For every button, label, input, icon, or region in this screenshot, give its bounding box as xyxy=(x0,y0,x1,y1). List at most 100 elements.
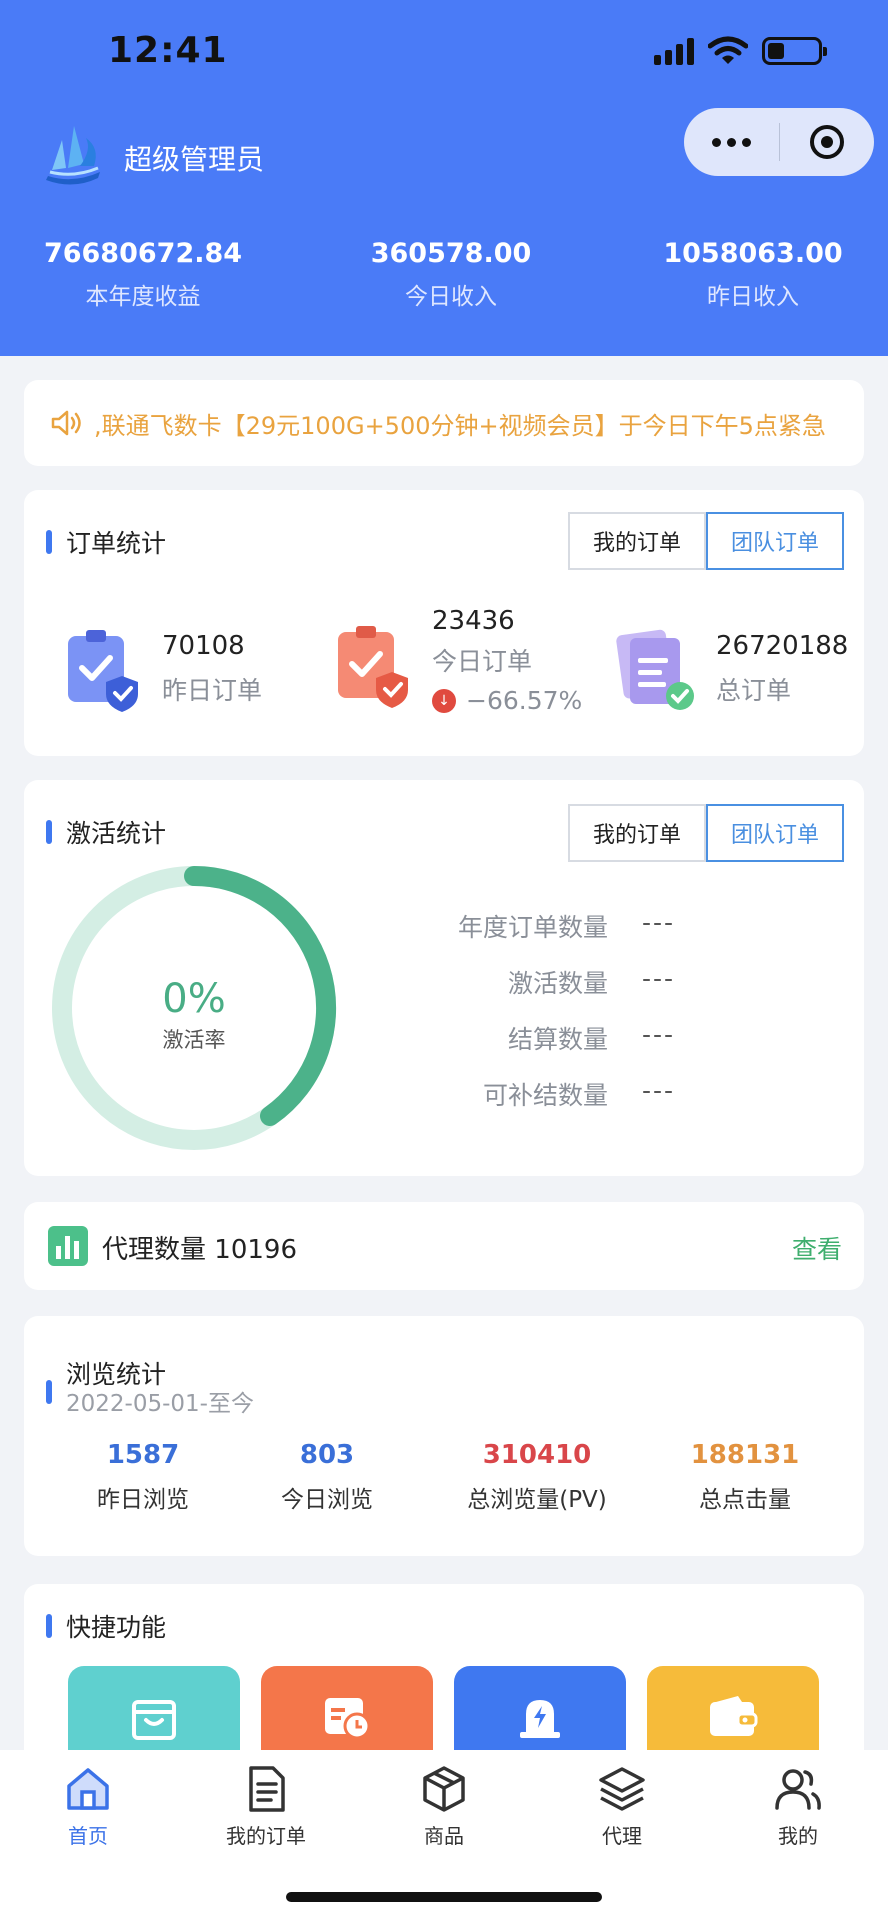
browse-value: 310410 xyxy=(482,1440,592,1470)
stat-row-value: --- xyxy=(642,1076,676,1105)
home-indicator xyxy=(286,1892,602,1902)
activation-stats-card: 激活统计 我的订单 团队订单 0% 激活率 年度订单数量 --- 激活数量 --… xyxy=(24,780,864,1176)
order-yesterday[interactable]: 70108 昨日订单 xyxy=(62,626,262,712)
order-label: 昨日订单 xyxy=(162,676,263,705)
stat-row-label: 可补结数量 xyxy=(482,1081,608,1110)
order-delta-value: −66.57% xyxy=(466,686,583,715)
section-title: 订单统计 xyxy=(46,524,166,560)
order-stats-card: 订单统计 我的订单 团队订单 70108 昨日订单 23436 今日订单 ↓ −… xyxy=(24,490,864,756)
activation-scope-toggle: 我的订单 团队订单 xyxy=(568,804,844,862)
stat-yesterday-income: 1058063.00 昨日收入 xyxy=(648,238,858,311)
more-icon[interactable] xyxy=(684,137,779,147)
stat-label: 昨日收入 xyxy=(707,284,799,310)
clipboard-check-icon xyxy=(68,630,138,712)
agent-label-text: 代理数量 xyxy=(102,1235,207,1265)
stat-row-label: 年度订单数量 xyxy=(457,913,608,942)
document-check-icon xyxy=(616,629,694,710)
status-icons xyxy=(654,36,827,66)
logo-icon xyxy=(46,126,100,185)
order-value: 70108 xyxy=(162,631,245,661)
order-label: 总订单 xyxy=(716,676,792,705)
order-scope-toggle: 我的订单 团队订单 xyxy=(568,512,844,570)
order-total[interactable]: 26720188 总订单 xyxy=(616,626,848,712)
order-delta: ↓ −66.57% xyxy=(432,686,582,715)
speaker-icon xyxy=(51,410,81,436)
browse-value: 188131 xyxy=(690,1440,800,1470)
browse-label: 总浏览量(PV) xyxy=(467,1487,607,1513)
section-title: 激活统计 xyxy=(46,814,166,850)
stat-year-income: 76680672.84 本年度收益 xyxy=(38,238,248,311)
section-title: 快捷功能 xyxy=(46,1608,166,1644)
stat-row-label: 结算数量 xyxy=(507,1025,608,1054)
notice-bar[interactable]: ,联通飞数卡【29元100G+500分钟+视频会员】于今日下午5点紧急 xyxy=(24,380,864,466)
tab-agents[interactable]: 代理 xyxy=(552,1764,692,1849)
order-stats-title: 订单统计 xyxy=(66,529,167,558)
box-icon xyxy=(423,1766,465,1812)
browse-item: 310410 总浏览量(PV) xyxy=(432,1440,642,1514)
stat-label: 今日收入 xyxy=(405,284,497,310)
wifi-icon xyxy=(708,36,748,64)
stat-today-income: 360578.00 今日收入 xyxy=(346,238,556,311)
order-today[interactable]: 23436 今日订单 ↓ −66.57% xyxy=(332,606,582,715)
bar-chart-icon xyxy=(48,1226,88,1266)
close-target-icon[interactable] xyxy=(780,125,875,159)
browse-item: 1587 昨日浏览 xyxy=(38,1440,248,1514)
tab-label: 代理 xyxy=(602,1824,642,1848)
calendar-clock-icon xyxy=(325,1698,371,1740)
tab-label: 首页 xyxy=(68,1824,108,1848)
stat-value: 1058063.00 xyxy=(663,238,843,269)
tab-team-orders[interactable]: 团队订单 xyxy=(706,512,844,570)
wallet-icon xyxy=(710,1696,758,1736)
miniapp-capsule xyxy=(684,108,874,176)
admin-name: 超级管理员 xyxy=(124,143,265,176)
stat-value: 360578.00 xyxy=(370,238,532,269)
tab-home[interactable]: 首页 xyxy=(18,1764,158,1849)
status-time: 12:41 xyxy=(108,30,228,71)
tab-products[interactable]: 商品 xyxy=(374,1764,514,1849)
tab-my-orders[interactable]: 我的订单 xyxy=(568,512,706,570)
home-icon xyxy=(67,1768,109,1810)
clipboard-check-icon xyxy=(338,625,408,708)
quick-title: 快捷功能 xyxy=(66,1613,167,1642)
tab-my-orders[interactable]: 我的订单 xyxy=(196,1764,336,1849)
stat-row: 年度订单数量 --- xyxy=(314,908,834,944)
order-value: 26720188 xyxy=(716,631,849,661)
document-icon xyxy=(249,1766,285,1812)
browse-label: 今日浏览 xyxy=(281,1487,373,1513)
browse-label: 总点击量 xyxy=(699,1487,791,1513)
date-range: 2022-05-01-至今 xyxy=(66,1391,254,1417)
tab-label: 我的 xyxy=(778,1824,818,1848)
tab-team-orders[interactable]: 团队订单 xyxy=(706,804,844,862)
stat-row: 激活数量 --- xyxy=(314,964,834,1000)
browse-label: 昨日浏览 xyxy=(97,1487,189,1513)
arrow-down-icon: ↓ xyxy=(432,688,456,713)
stat-row-value: --- xyxy=(642,908,676,937)
stat-row-value: --- xyxy=(642,964,676,993)
browse-value: 803 xyxy=(299,1440,355,1470)
signal-icon xyxy=(654,37,694,65)
browse-value: 1587 xyxy=(106,1440,180,1470)
battery-icon xyxy=(762,37,827,65)
view-agents-link[interactable]: 查看 xyxy=(792,1230,842,1266)
tab-my-orders[interactable]: 我的订单 xyxy=(568,804,706,862)
agent-count-card: 代理数量 10196 查看 xyxy=(24,1202,864,1290)
layers-icon xyxy=(599,1767,645,1811)
tab-label: 我的订单 xyxy=(226,1824,306,1848)
tab-label: 商品 xyxy=(424,1824,464,1848)
browse-stats-card: 浏览统计 2022-05-01-至今 1587 昨日浏览 803 今日浏览 31… xyxy=(24,1316,864,1556)
shopping-bag-icon xyxy=(132,1700,176,1740)
tab-mine[interactable]: 我的 xyxy=(728,1764,868,1849)
stat-row-value: --- xyxy=(642,1020,676,1049)
stat-row: 结算数量 --- xyxy=(314,1020,834,1056)
stat-label: 本年度收益 xyxy=(85,284,201,310)
stat-row-label: 激活数量 xyxy=(507,969,608,998)
browse-item: 188131 总点击量 xyxy=(640,1440,850,1514)
order-value: 23436 xyxy=(432,606,515,636)
agent-count: 10196 xyxy=(214,1235,297,1265)
users-icon xyxy=(775,1769,821,1810)
stat-value: 76680672.84 xyxy=(43,238,243,269)
activation-stats-title: 激活统计 xyxy=(66,819,167,848)
alarm-light-icon xyxy=(520,1700,560,1738)
browse-item: 803 今日浏览 xyxy=(222,1440,432,1514)
stat-row: 可补结数量 --- xyxy=(314,1076,834,1112)
